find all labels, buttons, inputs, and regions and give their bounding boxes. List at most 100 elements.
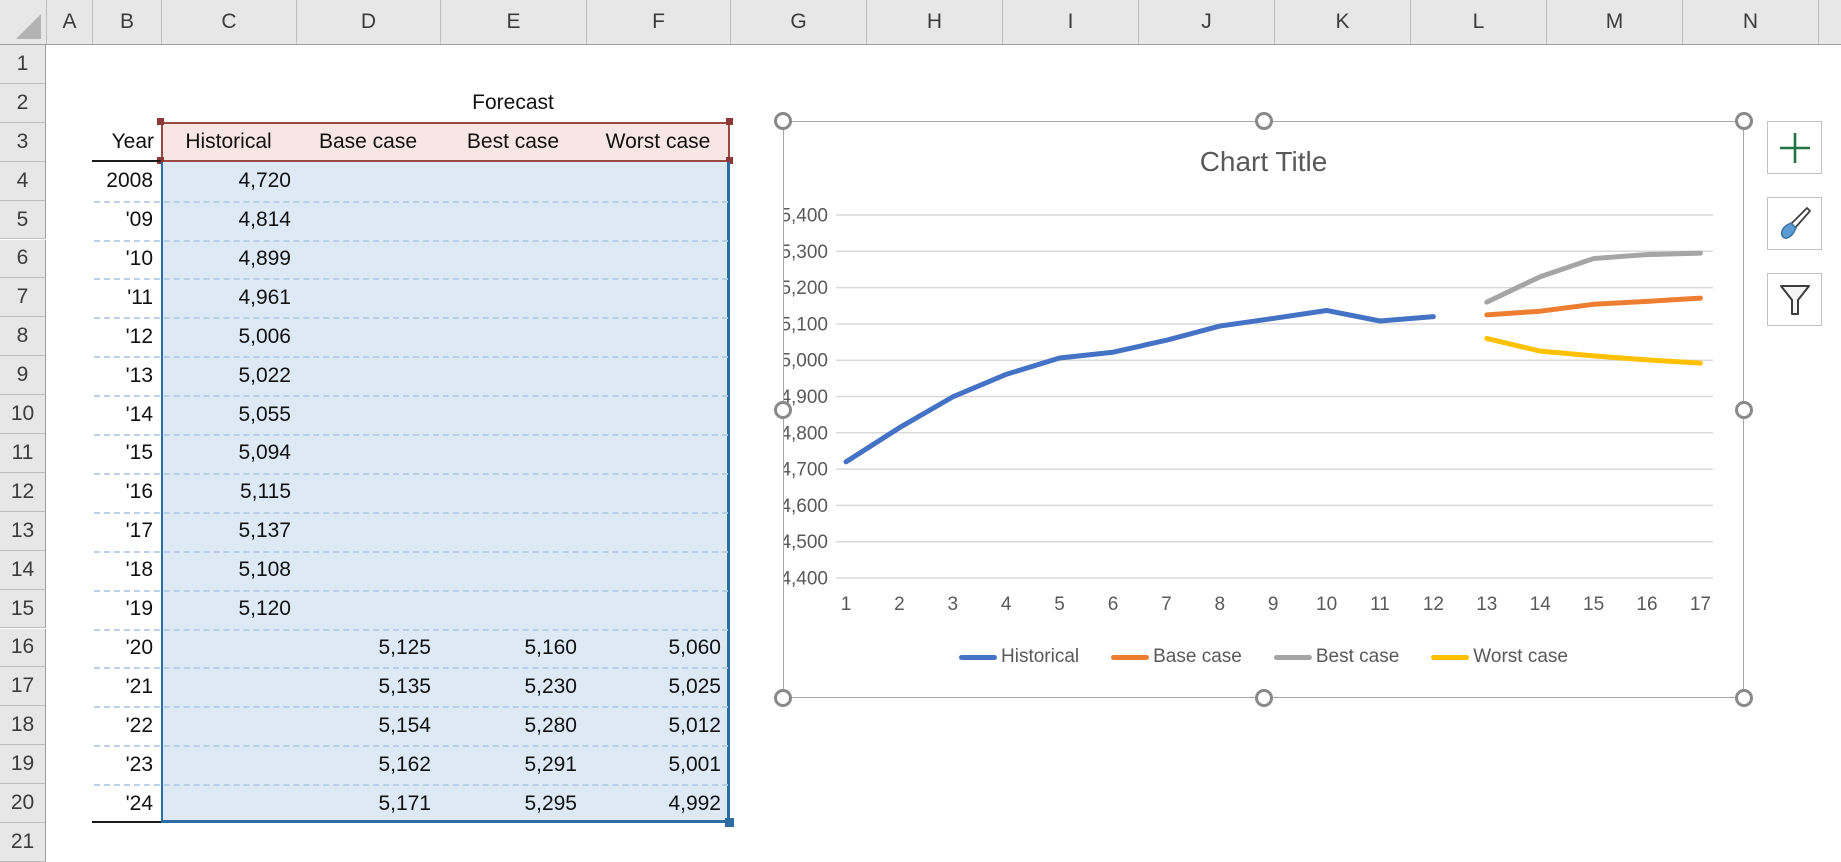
cell-C5[interactable]: 4,814 <box>161 201 291 240</box>
cell-C15[interactable]: 5,120 <box>161 590 291 629</box>
chart-handle-bottom-middle[interactable] <box>1254 689 1273 707</box>
series-line-worst-case[interactable] <box>1484 335 1703 366</box>
chart-handle-top-middle[interactable] <box>1254 112 1273 130</box>
x-axis-tick-label: 6 <box>1108 594 1119 615</box>
cell-B9[interactable]: '13 <box>92 356 153 395</box>
cell-E20[interactable]: 5,295 <box>440 784 577 823</box>
cell-B6[interactable]: '10 <box>92 240 153 279</box>
cell-F20[interactable]: 4,992 <box>586 784 721 823</box>
x-axis-tick-label: 3 <box>948 594 959 615</box>
year-column-header[interactable]: Year <box>92 122 154 161</box>
y-axis-tick-label: 4,500 <box>784 532 828 553</box>
paintbrush-icon <box>1780 206 1811 239</box>
cell-B20[interactable]: '24 <box>92 784 153 823</box>
cell-D18[interactable]: 5,154 <box>296 706 431 745</box>
cell-F16[interactable]: 5,060 <box>586 629 721 668</box>
chart-handle-top-left[interactable] <box>774 112 792 130</box>
cell-F18[interactable]: 5,012 <box>586 706 721 745</box>
y-axis-tick-label: 4,400 <box>784 569 828 590</box>
cell-B17[interactable]: '21 <box>92 667 153 706</box>
base-case-column-header[interactable]: Base case <box>296 122 440 161</box>
chart-handle-bottom-left[interactable] <box>774 689 792 707</box>
legend-swatch <box>1431 654 1470 660</box>
historical-column-header[interactable]: Historical <box>161 122 296 161</box>
series-line-best-case[interactable] <box>1484 250 1703 305</box>
cell-C14[interactable]: 5,108 <box>161 551 291 590</box>
chart-plot-area: 4,4004,5004,6004,7004,8004,9005,0005,100… <box>784 206 1713 615</box>
cell-B16[interactable]: '20 <box>92 629 153 668</box>
cell-C7[interactable]: 4,961 <box>161 278 291 317</box>
cell-B13[interactable]: '17 <box>92 512 153 551</box>
legend-item-best-case[interactable]: Best case <box>1273 646 1400 668</box>
cell-B5[interactable]: '09 <box>92 201 153 240</box>
y-axis-tick-label: 5,000 <box>784 351 828 372</box>
chart-handle-top-right[interactable] <box>1735 112 1753 130</box>
cell-B4[interactable]: 2008 <box>92 162 153 201</box>
best-case-column-header[interactable]: Best case <box>440 122 586 161</box>
cell-B19[interactable]: '23 <box>92 745 153 784</box>
legend-item-historical[interactable]: Historical <box>959 646 1079 668</box>
cell-C4[interactable]: 4,720 <box>161 162 291 201</box>
cell-E17[interactable]: 5,230 <box>440 667 577 706</box>
legend-label: Historical <box>1001 646 1080 667</box>
cell-C8[interactable]: 5,006 <box>161 317 291 356</box>
cell-C6[interactable]: 4,899 <box>161 240 291 279</box>
cell-B12[interactable]: '16 <box>92 473 153 512</box>
chart-filters-button[interactable] <box>1767 273 1822 326</box>
x-axis-tick-label: 7 <box>1161 594 1172 615</box>
cell-B14[interactable]: '18 <box>92 551 153 590</box>
chart-handle-bottom-right[interactable] <box>1735 689 1753 707</box>
y-axis-tick-label: 5,400 <box>784 206 828 227</box>
x-axis-tick-label: 17 <box>1690 594 1711 615</box>
cell-B11[interactable]: '15 <box>92 434 153 473</box>
funnel-icon <box>1779 284 1810 315</box>
range-corner-handle[interactable] <box>157 118 164 125</box>
cell-E19[interactable]: 5,291 <box>440 745 577 784</box>
range-corner-handle[interactable] <box>726 118 733 125</box>
cell-E18[interactable]: 5,280 <box>440 706 577 745</box>
cell-C11[interactable]: 5,094 <box>161 434 291 473</box>
cell-F17[interactable]: 5,025 <box>586 667 721 706</box>
cell-B8[interactable]: '12 <box>92 317 153 356</box>
cell-D16[interactable]: 5,125 <box>296 629 431 668</box>
x-axis-tick-label: 4 <box>1001 594 1012 615</box>
range-fill-handle[interactable] <box>725 818 734 827</box>
cell-E16[interactable]: 5,160 <box>440 629 577 668</box>
series-line-base-case[interactable] <box>1484 295 1703 318</box>
chart-handle-mid-right[interactable] <box>1735 400 1753 419</box>
cell-C12[interactable]: 5,115 <box>161 473 291 512</box>
chart-elements-button[interactable] <box>1767 121 1822 174</box>
cell-C10[interactable]: 5,055 <box>161 395 291 434</box>
plus-icon <box>1779 132 1810 163</box>
chart-legend[interactable]: Historical Base case Best case Worst case <box>784 646 1743 668</box>
cell-C9[interactable]: 5,022 <box>161 356 291 395</box>
legend-swatch <box>959 654 997 660</box>
legend-item-base-case[interactable]: Base case <box>1111 646 1242 668</box>
worst-case-column-header[interactable]: Worst case <box>586 122 730 161</box>
x-axis-tick-label: 9 <box>1268 594 1279 615</box>
legend-label: Base case <box>1153 646 1242 667</box>
cell-C13[interactable]: 5,137 <box>161 512 291 551</box>
forecast-label-cell[interactable]: Forecast <box>296 84 730 122</box>
cell-D20[interactable]: 5,171 <box>296 784 431 823</box>
cell-D19[interactable]: 5,162 <box>296 745 431 784</box>
legend-swatch <box>1111 654 1150 660</box>
cell-B15[interactable]: '19 <box>92 590 153 629</box>
chart-handle-mid-left[interactable] <box>774 400 792 419</box>
y-axis-tick-label: 4,600 <box>784 496 828 517</box>
chart-styles-button[interactable] <box>1767 197 1822 250</box>
series-line-historical[interactable] <box>843 307 1436 465</box>
x-axis-tick-label: 1 <box>841 594 852 615</box>
cell-D17[interactable]: 5,135 <box>296 667 431 706</box>
y-axis-tick-label: 5,300 <box>784 242 828 263</box>
x-axis-tick-label: 13 <box>1476 594 1497 615</box>
cell-B10[interactable]: '14 <box>92 395 153 434</box>
legend-label: Best case <box>1315 646 1400 667</box>
cell-B7[interactable]: '11 <box>92 278 153 317</box>
chart-object[interactable]: Chart Title 4,400 4,500 4,600 4,700 4,800 4,9… <box>783 121 1744 698</box>
legend-item-worst-case[interactable]: Worst case <box>1431 646 1568 668</box>
y-axis-tick-label: 5,100 <box>784 314 828 335</box>
cell-B18[interactable]: '22 <box>92 706 153 745</box>
x-axis-tick-label: 12 <box>1423 594 1444 615</box>
cell-F19[interactable]: 5,001 <box>586 745 721 784</box>
